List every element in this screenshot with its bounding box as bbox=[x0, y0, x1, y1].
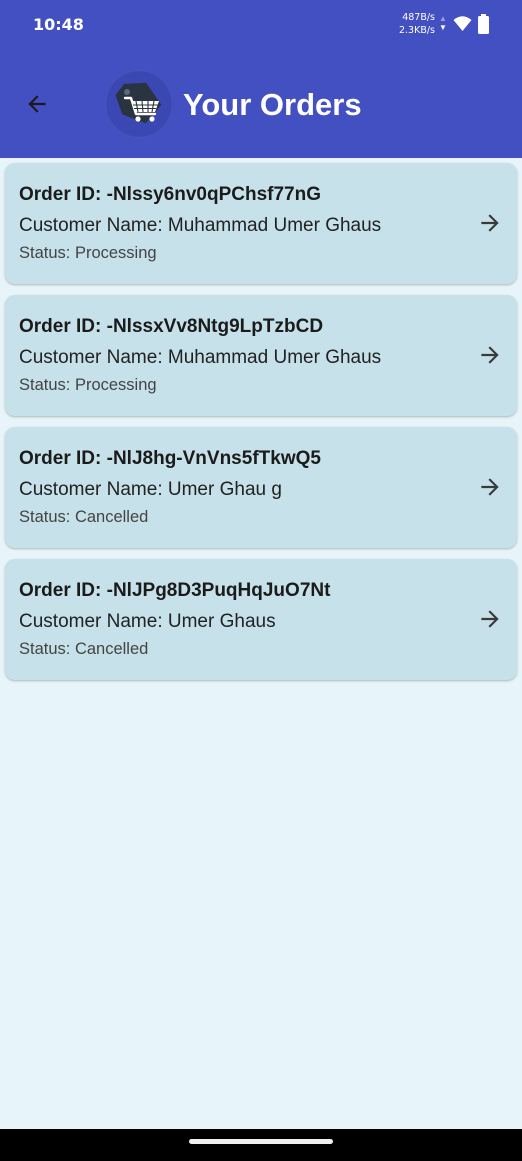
system-nav-bar bbox=[0, 1129, 522, 1161]
app-bar: 10:48 487B/s 2.3KB/s ▲ ▼ Your Orders bbox=[0, 0, 522, 158]
customer-name: Customer Name: Muhammad Umer Ghaus bbox=[19, 215, 382, 236]
order-id: Order ID: -NlJPg8D3PuqHqJuO7Nt bbox=[19, 580, 331, 601]
battery-icon bbox=[478, 14, 489, 34]
arrow-forward-icon[interactable] bbox=[477, 342, 503, 368]
order-status: Status: Processing bbox=[19, 376, 157, 394]
customer-name: Customer Name: Muhammad Umer Ghaus bbox=[19, 347, 382, 368]
status-time: 10:48 bbox=[33, 15, 84, 34]
upload-speed: 487B/s bbox=[402, 12, 435, 23]
arrow-forward-icon[interactable] bbox=[477, 606, 503, 632]
order-card[interactable]: Order ID: -NlssxVv8Ntg9LpTzbCD Customer … bbox=[5, 295, 517, 416]
order-id: Order ID: -NlJ8hg-VnVns5fTkwQ5 bbox=[19, 448, 321, 469]
order-id: Order ID: -Nlssy6nv0qPChsf77nG bbox=[19, 184, 321, 205]
customer-name: Customer Name: Umer Ghau g bbox=[19, 479, 282, 500]
back-button[interactable] bbox=[17, 84, 57, 124]
download-speed: 2.3KB/s bbox=[398, 25, 435, 36]
order-id: Order ID: -NlssxVv8Ntg9LpTzbCD bbox=[19, 316, 324, 337]
arrow-back-icon bbox=[28, 95, 46, 113]
order-status: Status: Processing bbox=[19, 244, 157, 262]
arrow-forward-icon[interactable] bbox=[477, 210, 503, 236]
order-card[interactable]: Order ID: -NlJ8hg-VnVns5fTkwQ5 Customer … bbox=[5, 427, 517, 548]
home-gesture-bar[interactable] bbox=[189, 1139, 333, 1144]
network-speed-icon: 487B/s 2.3KB/s bbox=[399, 11, 435, 37]
order-status: Status: Cancelled bbox=[19, 508, 149, 526]
order-card[interactable]: Order ID: -Nlssy6nv0qPChsf77nG Customer … bbox=[5, 163, 517, 284]
app-logo bbox=[105, 70, 173, 138]
shopping-cart-tag-icon bbox=[115, 82, 162, 124]
wifi-icon bbox=[453, 16, 472, 31]
traffic-arrows-icon: ▲ ▼ bbox=[439, 14, 447, 32]
customer-name: Customer Name: Umer Ghaus bbox=[19, 611, 276, 632]
arrow-forward-icon[interactable] bbox=[477, 474, 503, 500]
page-title: Your Orders bbox=[183, 87, 362, 122]
order-card[interactable]: Order ID: -NlJPg8D3PuqHqJuO7Nt Customer … bbox=[5, 559, 517, 680]
order-status: Status: Cancelled bbox=[19, 640, 149, 658]
orders-list: Order ID: -Nlssy6nv0qPChsf77nG Customer … bbox=[5, 163, 517, 691]
